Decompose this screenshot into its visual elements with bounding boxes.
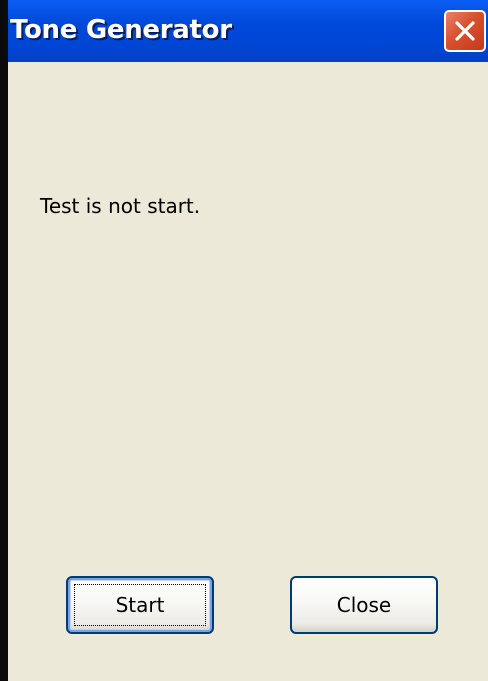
status-message: Test is not start. [40,194,201,218]
window-title: Tone Generator [10,15,232,45]
close-icon [455,21,475,41]
window-left-border [0,0,8,681]
start-button-label: Start [115,593,165,617]
close-button-label: Close [336,593,392,617]
title-close-button[interactable] [444,10,486,52]
title-bar[interactable]: Tone Generator [0,0,488,62]
tone-generator-window: Tone Generator Test is not start. Start … [0,0,488,681]
close-button[interactable]: Close [290,576,438,634]
start-button[interactable]: Start [66,576,214,634]
